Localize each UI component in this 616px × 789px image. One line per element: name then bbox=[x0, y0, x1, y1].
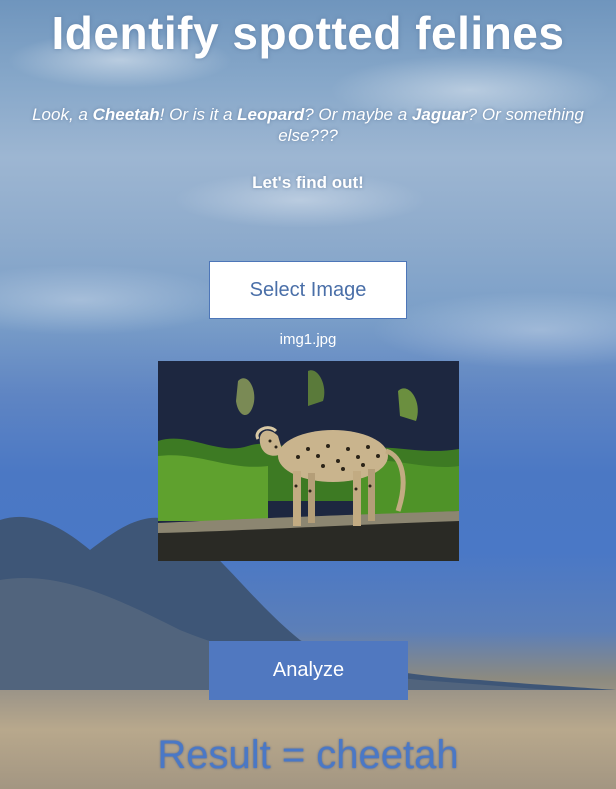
cheetah-photo-icon bbox=[158, 361, 459, 561]
leopard-name: Leopard bbox=[237, 105, 305, 124]
cheetah-name: Cheetah bbox=[92, 105, 160, 124]
selected-filename: img1.jpg bbox=[279, 331, 337, 348]
find-out-text: Let's find out! bbox=[252, 173, 364, 192]
intro-text: Look, a Cheetah! Or is it a Leopard? Or … bbox=[32, 105, 584, 145]
result-text: Result = cheetah bbox=[157, 733, 459, 777]
select-image-button[interactable]: Select Image bbox=[209, 261, 407, 319]
image-preview bbox=[158, 361, 459, 561]
page-title: Identify spotted felines bbox=[51, 7, 565, 59]
main-content: Identify spotted felines Look, a Cheetah… bbox=[0, 0, 616, 789]
analyze-button[interactable]: Analyze bbox=[209, 641, 408, 700]
jaguar-name: Jaguar bbox=[411, 105, 468, 124]
